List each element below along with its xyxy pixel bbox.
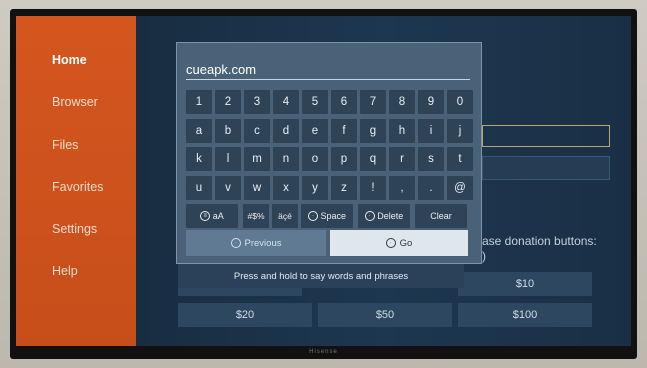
key-3-9[interactable]: s <box>418 147 444 171</box>
key-2-2[interactable]: b <box>215 118 241 143</box>
key-4-3[interactable]: w <box>244 175 270 200</box>
donation-note: ase donation buttons: ) <box>482 234 597 264</box>
key-2-8[interactable]: h <box>389 118 415 143</box>
tv-screen: ase donation buttons: ) $10 $20 $50 $100… <box>16 16 631 346</box>
key-3-7[interactable]: q <box>360 147 386 171</box>
space-key-label: Space <box>320 211 347 221</box>
accents-key[interactable]: äçé <box>272 204 298 228</box>
key-4-1[interactable]: u <box>186 175 212 200</box>
case-toggle-key[interactable]: ≡ aA <box>186 204 238 228</box>
key-4-5[interactable]: y <box>302 175 328 200</box>
sidebar-item-home[interactable]: Home <box>52 53 87 67</box>
key-3-2[interactable]: l <box>215 147 241 171</box>
key-3-10[interactable]: t <box>447 147 473 171</box>
key-1-3[interactable]: 3 <box>244 90 270 114</box>
key-2-3[interactable]: c <box>244 118 270 143</box>
clear-key[interactable]: Clear <box>415 204 467 228</box>
key-2-5[interactable]: e <box>302 118 328 143</box>
sidebar: Home Browser Files Favorites Settings He… <box>16 16 136 346</box>
key-1-2[interactable]: 2 <box>215 90 241 114</box>
donate-10-button[interactable]: $10 <box>458 272 592 296</box>
key-4-10[interactable]: @ <box>447 175 473 200</box>
donate-20-button[interactable]: $20 <box>178 303 312 327</box>
key-1-5[interactable]: 5 <box>302 90 328 114</box>
key-1-6[interactable]: 6 <box>331 90 357 114</box>
go-label: Go <box>399 237 413 249</box>
key-4-8[interactable]: , <box>389 175 415 200</box>
delete-icon: · <box>364 211 375 221</box>
key-4-6[interactable]: z <box>331 175 357 200</box>
keyboard-input-underline <box>186 79 470 80</box>
key-3-8[interactable]: r <box>389 147 415 171</box>
keyboard-input-text[interactable]: cueapk.com <box>186 62 256 77</box>
sidebar-item-files[interactable]: Files <box>52 138 78 152</box>
key-3-5[interactable]: o <box>302 147 328 171</box>
delete-key[interactable]: · Delete <box>358 204 410 228</box>
key-2-6[interactable]: f <box>331 118 357 143</box>
key-1-7[interactable]: 7 <box>360 90 386 114</box>
url-input-field[interactable] <box>482 125 610 147</box>
sidebar-item-browser[interactable]: Browser <box>52 95 98 109</box>
key-1-4[interactable]: 4 <box>273 90 299 114</box>
tv-brand-label: Hisense <box>309 349 338 355</box>
key-2-9[interactable]: i <box>418 118 444 143</box>
voice-hint-text: Press and hold to say words and phrases <box>233 270 409 282</box>
key-4-4[interactable]: x <box>273 175 299 200</box>
key-3-1[interactable]: k <box>186 147 212 171</box>
key-2-1[interactable]: a <box>186 118 212 143</box>
key-1-8[interactable]: 8 <box>389 90 415 114</box>
key-1-1[interactable]: 1 <box>186 90 212 114</box>
previous-button[interactable]: · Previous <box>186 230 326 256</box>
delete-key-label: Delete <box>377 211 404 221</box>
key-4-9[interactable]: . <box>418 175 444 200</box>
key-4-7[interactable]: ! <box>360 175 386 200</box>
case-icon: ≡ <box>200 211 211 221</box>
donation-note-line2: ) <box>482 249 486 263</box>
space-key[interactable]: · Space <box>301 204 353 228</box>
key-1-10[interactable]: 0 <box>447 90 473 114</box>
symbols-key[interactable]: #$% <box>243 204 269 228</box>
go-icon: · <box>385 238 396 248</box>
go-button[interactable]: · Go <box>330 230 468 256</box>
key-2-7[interactable]: g <box>360 118 386 143</box>
space-icon: · <box>307 211 318 221</box>
donate-50-button[interactable]: $50 <box>318 303 452 327</box>
sidebar-item-help[interactable]: Help <box>52 264 78 278</box>
key-3-6[interactable]: p <box>331 147 357 171</box>
key-1-9[interactable]: 9 <box>418 90 444 114</box>
sidebar-item-favorites[interactable]: Favorites <box>52 180 103 194</box>
key-3-4[interactable]: n <box>273 147 299 171</box>
donate-100-button[interactable]: $100 <box>458 303 592 327</box>
sidebar-item-settings[interactable]: Settings <box>52 222 97 236</box>
previous-label: Previous <box>244 237 282 249</box>
donation-note-line1: ase donation buttons: <box>482 234 597 248</box>
key-2-10[interactable]: j <box>447 118 473 143</box>
key-4-2[interactable]: v <box>215 175 241 200</box>
key-2-4[interactable]: d <box>273 118 299 143</box>
voice-hint-bar: Press and hold to say words and phrases <box>178 264 464 288</box>
secondary-field[interactable] <box>482 156 610 180</box>
previous-icon: · <box>230 238 241 248</box>
key-3-3[interactable]: m <box>244 147 270 171</box>
case-key-label: aA <box>212 211 224 221</box>
